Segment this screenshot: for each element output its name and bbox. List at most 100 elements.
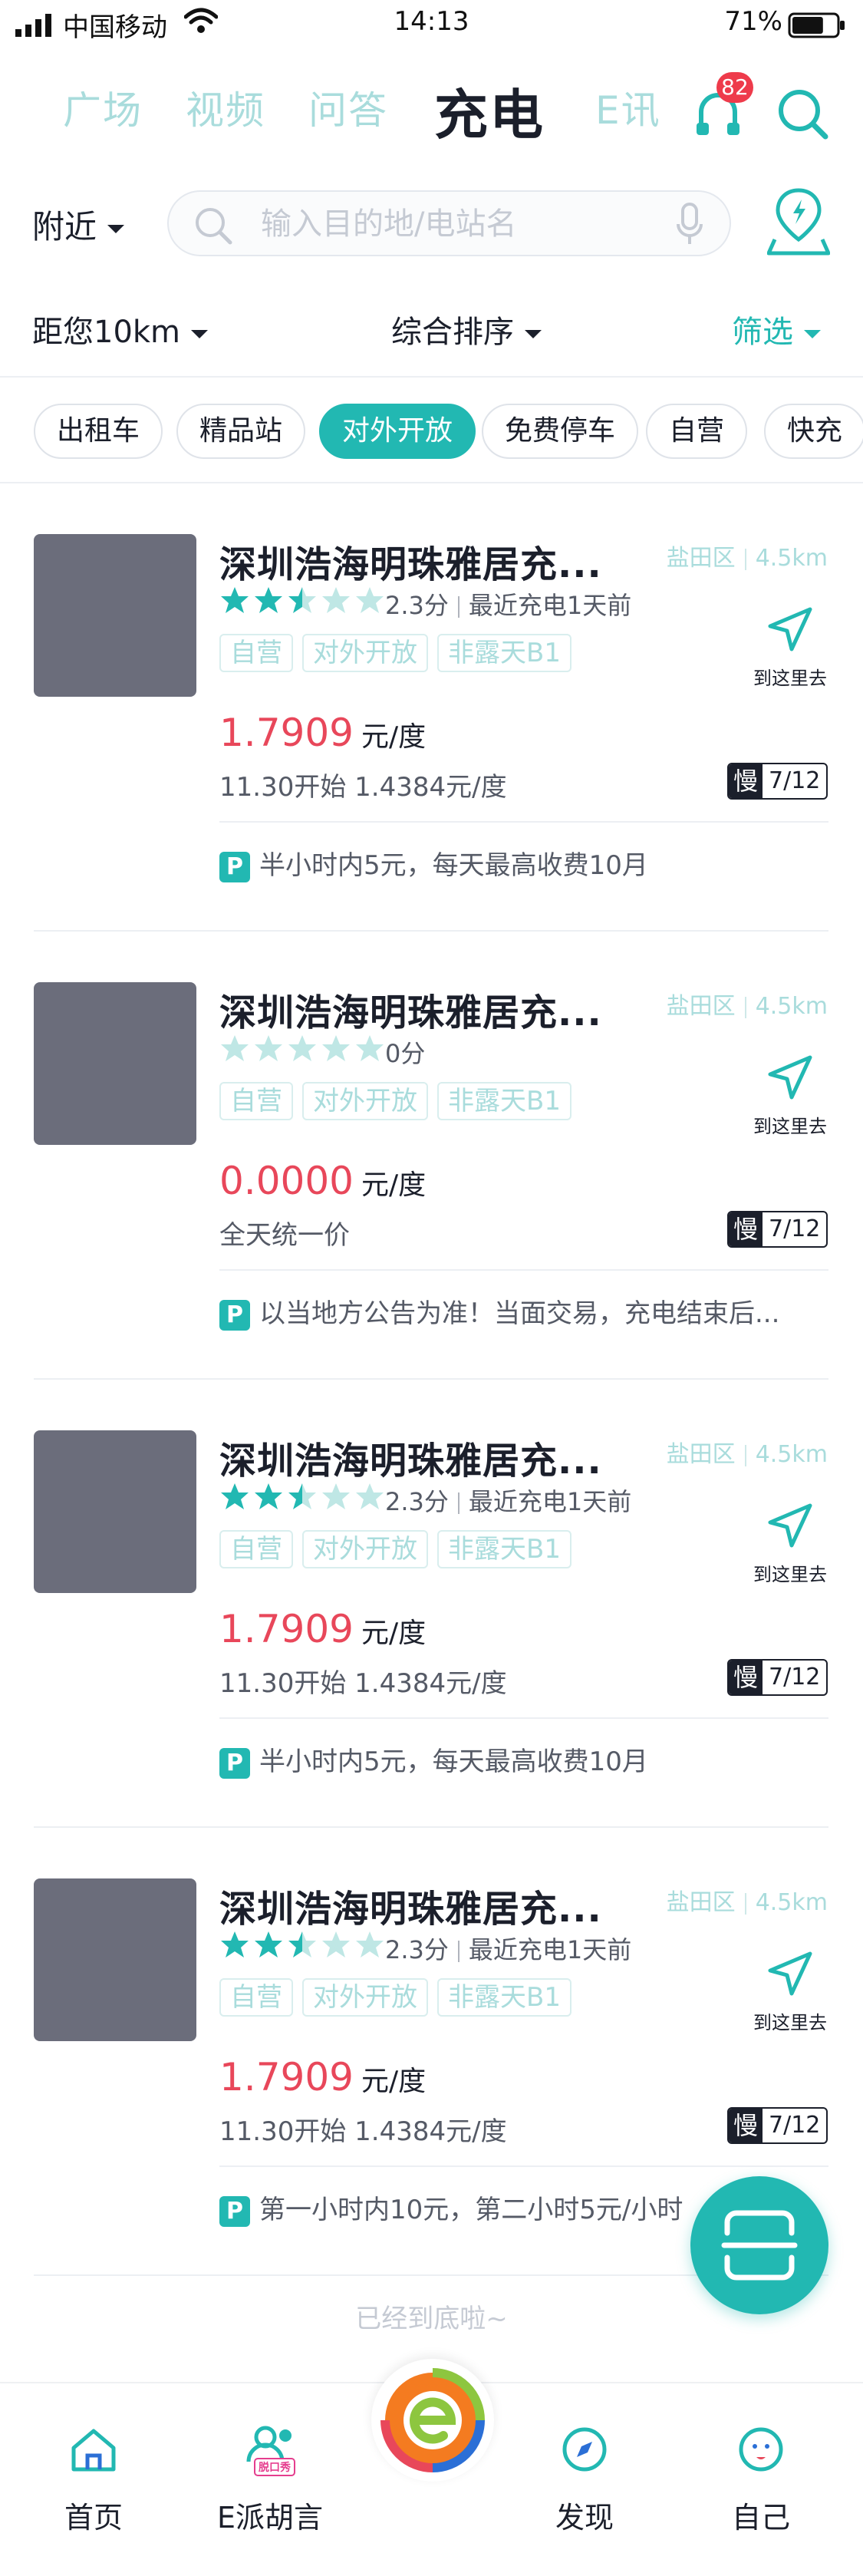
nav-profile-label: 自己 <box>731 2501 790 2535</box>
chip-premium-station[interactable]: 精品站 <box>176 404 306 459</box>
station-tags: 自营 对外开放 非露天B1 <box>219 1530 581 1568</box>
category-chips: 出租车 精品站 对外开放 免费停车 自营 快充 <box>0 397 863 468</box>
rating-star-icon <box>221 587 249 613</box>
station-tag: 自营 <box>219 634 293 672</box>
navigate-button[interactable]: 到这里去 <box>752 605 828 690</box>
nav-discover[interactable]: 发现 <box>515 2422 654 2536</box>
last-charge-time: 最近充电1天前 <box>468 1935 632 1964</box>
home-icon <box>71 2429 116 2472</box>
navigation-arrow-icon <box>768 1951 812 1996</box>
screen-filter[interactable]: 筛选 <box>732 307 821 351</box>
sort-filter[interactable]: 综合排序 <box>391 307 542 351</box>
station-price: 1.7909 元/度 <box>219 2055 426 2099</box>
navigate-button[interactable]: 到这里去 <box>752 1053 828 1138</box>
search-icon[interactable] <box>775 86 830 141</box>
last-charge-time: 最近充电1天前 <box>468 1487 632 1516</box>
price-schedule: 11.30开始 1.4384元/度 <box>219 772 507 803</box>
filter-row: 距您10km 综合排序 筛选 <box>0 292 863 361</box>
distance-filter[interactable]: 距您10km <box>32 307 209 351</box>
distance-label: 距您10km <box>32 315 181 350</box>
station-tag: 自营 <box>219 1978 293 2017</box>
station-name: 深圳浩海明珠雅居充... <box>219 991 602 1034</box>
station-card[interactable]: 深圳浩海明珠雅居充... 盐田区 4.5km 0分 自营 对外开放 非露天B1 到这里去 0.0… <box>0 982 863 1430</box>
rating-stars <box>219 1481 388 1513</box>
sort-label: 综合排序 <box>391 315 514 350</box>
separator <box>457 596 459 618</box>
scan-icon <box>721 2210 798 2281</box>
rating-star-icon <box>322 1483 350 1509</box>
rating-star-icon <box>221 1931 249 1958</box>
rating-star-icon <box>356 587 384 613</box>
screen-label: 筛选 <box>732 315 793 350</box>
charger-availability-badge: 慢 7/12 <box>727 2107 828 2144</box>
station-distance: 4.5km <box>755 1889 828 1916</box>
station-tag: 非露天B1 <box>437 1082 571 1120</box>
station-location: 盐田区 4.5km <box>667 1435 828 1469</box>
station-thumbnail <box>34 982 196 1145</box>
charger-count: 7/12 <box>769 767 821 794</box>
price-value: 1.7909 <box>219 1607 354 1651</box>
divider <box>34 930 828 932</box>
rating-line: 0分 <box>385 1034 425 1070</box>
rating-score: 2.3分 <box>385 1487 449 1516</box>
battery-percent: 71% <box>724 6 782 37</box>
nav-home[interactable]: 首页 <box>25 2422 163 2536</box>
tab-video[interactable]: 视频 <box>186 80 265 135</box>
charger-availability-badge: 慢 7/12 <box>727 1659 828 1696</box>
rating-star-icon <box>356 1483 384 1509</box>
battery-icon <box>788 12 845 38</box>
search-box[interactable] <box>167 190 731 256</box>
chip-public-open[interactable]: 对外开放 <box>319 404 476 459</box>
tab-charging[interactable]: 充电 <box>434 72 545 150</box>
rating-score: 2.3分 <box>385 1935 449 1964</box>
scan-button[interactable] <box>690 2176 828 2314</box>
parking-text: 半小时内5元，每天最高收费10月 <box>259 850 648 881</box>
parking-info: P 以当地方公告为准！当面交易，充电结束后... <box>219 1292 818 1331</box>
rating-line: 2.3分 最近充电1天前 <box>385 1483 631 1518</box>
rating-star-icon <box>255 1931 282 1958</box>
parking-icon: P <box>219 2195 250 2227</box>
location-label: 附近 <box>32 208 97 246</box>
rating-score: 2.3分 <box>385 591 449 620</box>
separator <box>457 1492 459 1514</box>
charger-availability-badge: 慢 7/12 <box>727 1211 828 1248</box>
microphone-icon[interactable] <box>676 203 703 247</box>
nav-talk-show[interactable]: 脱口秀 E派胡言 <box>201 2422 339 2536</box>
charger-type: 慢 <box>729 1212 763 1246</box>
tab-e-news[interactable]: E讯 <box>595 80 661 135</box>
station-thumbnail <box>34 534 196 697</box>
station-tags: 自营 对外开放 非露天B1 <box>219 1978 581 2017</box>
tab-qa[interactable]: 问答 <box>308 80 388 135</box>
station-tag: 自营 <box>219 1082 293 1120</box>
search-icon <box>196 208 232 245</box>
caret-down-icon <box>525 329 542 338</box>
station-card[interactable]: 深圳浩海明珠雅居充... 盐田区 4.5km 2.3分 最近充电1天前 自营 对外开放 非露天… <box>0 1430 863 1878</box>
tab-plaza[interactable]: 广场 <box>63 80 143 135</box>
search-input[interactable] <box>261 203 660 246</box>
location-selector[interactable]: 附近 <box>32 201 125 248</box>
rating-star-icon <box>288 1483 316 1509</box>
chip-taxi[interactable]: 出租车 <box>34 404 163 459</box>
chip-self-operated[interactable]: 自营 <box>646 404 748 459</box>
rating-score: 0分 <box>385 1039 426 1068</box>
charger-count: 7/12 <box>769 2112 821 2139</box>
nav-profile[interactable]: 自己 <box>692 2422 830 2536</box>
parking-icon: P <box>219 1747 250 1779</box>
station-tag: 对外开放 <box>302 1530 428 1568</box>
app-logo-button[interactable] <box>371 2359 494 2482</box>
parking-info: P 半小时内5元，每天最高收费10月 <box>219 1740 818 1779</box>
station-tags: 自营 对外开放 非露天B1 <box>219 1082 581 1120</box>
navigate-button[interactable]: 到这里去 <box>752 1501 828 1586</box>
divider <box>219 1269 828 1271</box>
chip-free-parking[interactable]: 免费停车 <box>482 404 639 459</box>
price-unit: 元/度 <box>361 1169 427 1201</box>
map-location-icon[interactable] <box>767 186 830 256</box>
separator <box>744 1444 746 1466</box>
chip-fast-charge[interactable]: 快充 <box>764 404 863 459</box>
navigation-arrow-icon <box>768 1055 812 1100</box>
separator <box>744 1892 746 1915</box>
navigate-button[interactable]: 到这里去 <box>752 1949 828 2034</box>
station-card[interactable]: 深圳浩海明珠雅居充... 盐田区 4.5km 2.3分 最近充电1天前 自营 对外开放 非露天… <box>0 534 863 982</box>
rating-stars <box>219 585 388 617</box>
station-district: 盐田区 <box>666 1441 736 1468</box>
